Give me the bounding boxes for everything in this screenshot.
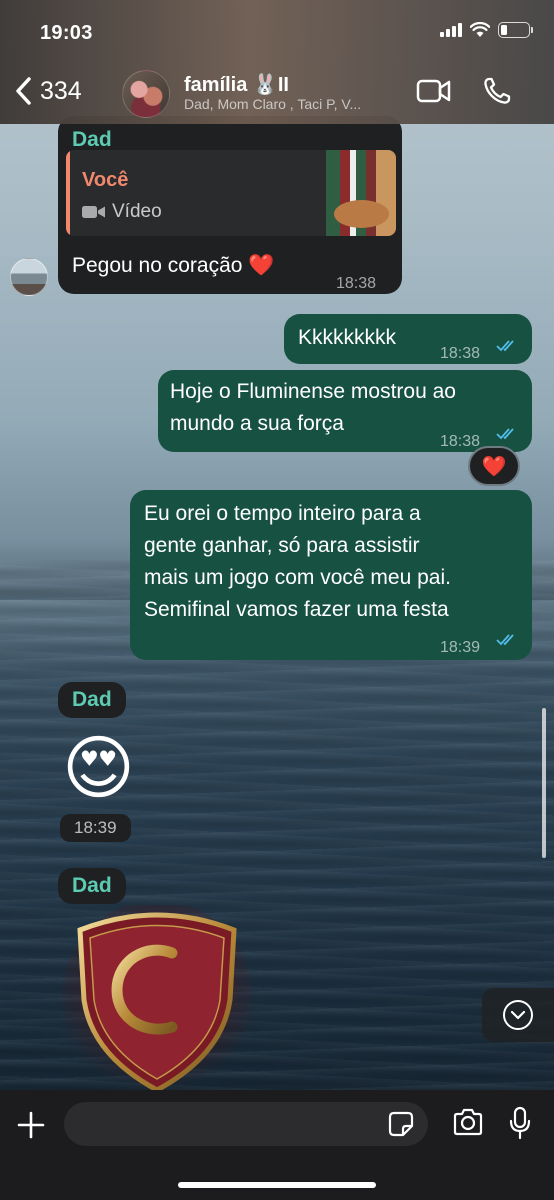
read-ticks-icon [496,634,514,646]
video-camera-icon [82,206,105,218]
quote-media-type: Vídeo [82,196,162,228]
chat-title[interactable]: família 🐰II [184,72,289,97]
voice-message-button[interactable] [508,1106,532,1145]
outgoing-message[interactable]: Hoje o Fluminense mostrou ao mundo a sua… [158,370,532,452]
outgoing-message[interactable]: Eu orei o tempo inteiro para a gente gan… [130,490,532,660]
group-avatar[interactable] [122,70,170,118]
incoming-message[interactable]: Dad Você Vídeo Pegou no coração ❤️ 18:38 [58,116,402,294]
camera-icon [453,1108,483,1136]
sticker-icon [388,1111,414,1137]
sender-avatar[interactable] [10,258,48,296]
message-time: 18:38 [440,345,481,362]
emoji-message[interactable]: 😍 [62,728,135,808]
signal-icon [440,23,462,37]
home-indicator [178,1182,376,1188]
quote-accent-bar [66,150,70,236]
chat-members[interactable]: Dad, Mom Claro , Taci P, V... [184,96,361,112]
message-text: Kkkkkkkkk [298,326,397,349]
message-text-line: Eu orei o tempo inteiro para a [144,502,421,525]
battery-icon [498,22,533,38]
message-input[interactable] [64,1102,428,1146]
read-ticks-icon [496,428,514,440]
wifi-icon [470,22,490,37]
video-call-button[interactable] [416,78,452,109]
plus-icon [17,1111,45,1139]
video-thumbnail [326,150,396,236]
attach-button[interactable] [16,1110,46,1145]
back-chevron-icon [16,77,31,105]
sender-name: Dad [72,874,112,897]
message-time: 18:39 [60,814,131,842]
voice-call-button[interactable] [482,76,512,111]
unread-count: 334 [40,76,82,105]
sender-name-pill: Dad [58,682,126,718]
message-text: Pegou no coração ❤️ [72,254,275,277]
phone-icon [484,77,511,104]
read-ticks-icon [496,340,514,352]
chat-header: 19:03 334 família 🐰II Dad, Mom Claro , T… [0,0,554,124]
scroll-to-bottom-button[interactable] [482,988,554,1042]
message-time: 18:39 [440,639,481,656]
scroll-indicator[interactable] [542,708,546,858]
composer-bar [0,1090,554,1200]
video-call-icon [416,79,451,103]
quote-type-label: Vídeo [112,201,162,222]
message-text-line: Hoje o Fluminense mostrou ao [170,380,456,403]
back-button[interactable]: 334 [14,76,82,106]
microphone-icon [509,1106,531,1140]
quoted-message[interactable]: Você Vídeo [66,150,396,236]
camera-button[interactable] [452,1108,484,1141]
message-text-line: mundo a sua força [170,412,344,435]
chevron-down-icon [503,1000,533,1030]
sender-name: Dad [72,688,112,711]
message-text-line: mais um jogo com você meu pai. [144,566,451,589]
quote-sender: Você [82,169,129,191]
message-time: 18:38 [336,275,377,292]
sticker-button[interactable] [388,1111,414,1142]
outgoing-message[interactable]: Kkkkkkkkk 18:38 [284,314,532,364]
fluminense-crest-sticker[interactable] [62,905,252,1095]
sender-name-pill: Dad [58,868,126,904]
status-icons [440,22,533,38]
message-text-line: Semifinal vamos fazer uma festa [144,598,449,621]
message-text-line: gente ganhar, só para assistir [144,534,420,557]
message-reaction[interactable]: ❤️ [468,446,520,486]
status-time: 19:03 [40,22,93,44]
